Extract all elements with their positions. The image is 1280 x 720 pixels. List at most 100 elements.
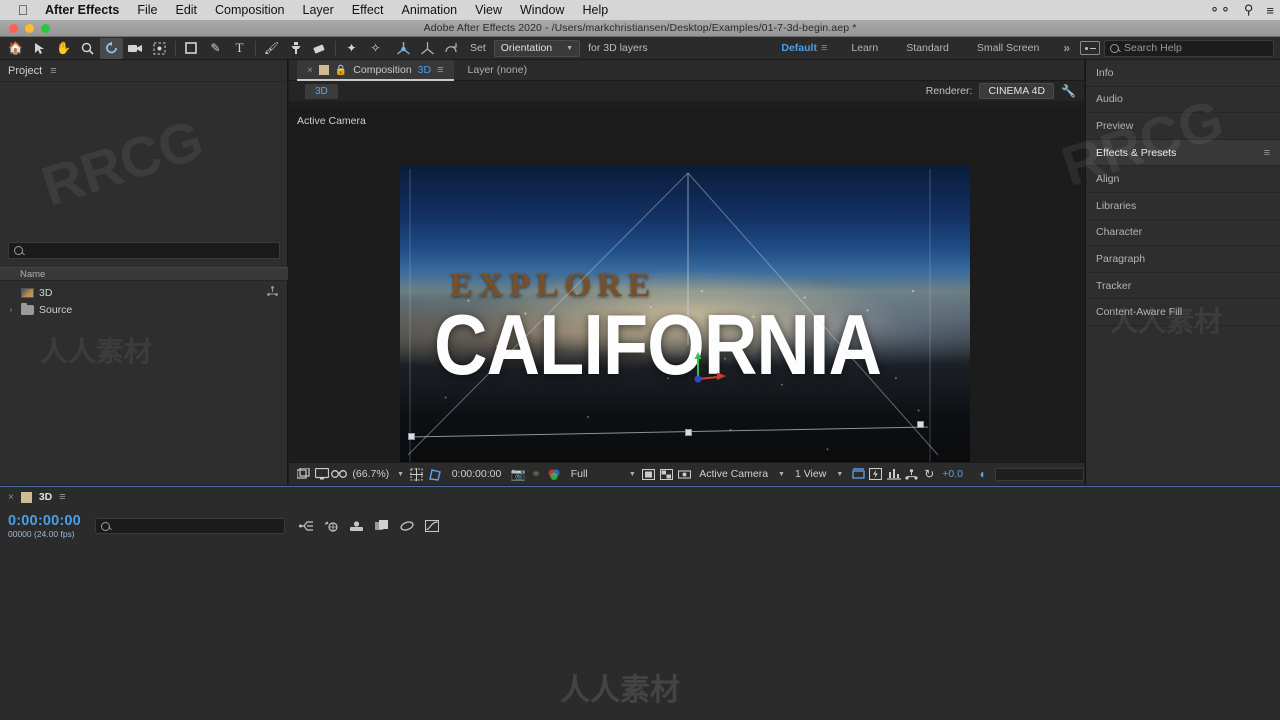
rotation-icon[interactable] <box>100 37 123 59</box>
hand-icon[interactable]: ✋ <box>52 38 75 59</box>
composition-canvas[interactable]: EXPLORE CALIFORNIA <box>400 165 970 462</box>
workspace-standard[interactable]: Standard <box>892 37 963 60</box>
exposure-slider-handle[interactable]: ◖ <box>973 464 991 485</box>
show-snapshot-icon[interactable]: ⚭ <box>527 464 545 485</box>
timeline-search-input[interactable] <box>94 518 285 534</box>
panel-preview[interactable]: Preview <box>1086 113 1280 140</box>
rotation-gizmo-icon[interactable] <box>441 38 462 59</box>
current-time-group[interactable]: 0:00:00:00 00000 (24.00 fps) <box>8 513 81 539</box>
chevron-down-icon[interactable]: ▼ <box>772 471 791 478</box>
timeline-icon[interactable] <box>885 464 903 485</box>
3d-axis-gizmo[interactable] <box>686 351 732 391</box>
current-time-value[interactable]: 0:00:00:00 <box>8 513 81 529</box>
panel-paragraph[interactable]: Paragraph <box>1086 246 1280 273</box>
camera-snapshot-icon[interactable]: 📷 <box>509 464 527 485</box>
double-chevron-right-icon[interactable]: » <box>1053 41 1080 55</box>
panel-menu-icon[interactable]: ≡ <box>59 491 65 503</box>
selection-handle[interactable] <box>917 421 924 428</box>
tab-layer-none[interactable]: Layer (none) <box>454 64 542 76</box>
mask-visibility-icon[interactable] <box>426 464 444 485</box>
workspace-learn[interactable]: Learn <box>837 37 892 60</box>
panel-info[interactable]: Info <box>1086 60 1280 87</box>
reset-exposure-icon[interactable]: ↻ <box>920 464 938 485</box>
transparency-grid-icon[interactable] <box>658 464 676 485</box>
timeline-tab-label[interactable]: 3D <box>39 491 52 503</box>
menu-animation[interactable]: Animation <box>393 0 467 20</box>
resolution-value[interactable]: Full <box>563 468 625 480</box>
panel-audio[interactable]: Audio <box>1086 87 1280 114</box>
close-icon[interactable]: × <box>307 65 313 76</box>
project-search-input[interactable] <box>8 242 280 259</box>
chevron-down-icon[interactable]: ▼ <box>830 471 849 478</box>
panel-character[interactable]: Character <box>1086 220 1280 247</box>
main-viewer-icon[interactable] <box>313 464 331 485</box>
project-item-3d[interactable]: 3D <box>0 284 288 301</box>
composition-mini-flowchart-icon[interactable] <box>297 517 317 535</box>
region-of-interest-icon[interactable] <box>640 464 658 485</box>
pan-behind-icon[interactable] <box>148 38 171 59</box>
eraser-icon[interactable] <box>308 38 331 59</box>
apple-logo-icon[interactable]:  <box>10 3 36 17</box>
motion-blur-icon[interactable] <box>397 517 417 535</box>
fast-preview-icon[interactable] <box>867 464 885 485</box>
tab-composition-3d[interactable]: × 🔒 Composition 3D ≡ <box>297 59 454 81</box>
do-not-disturb-icon[interactable]: ⚬⚬ <box>1209 2 1231 18</box>
text-icon[interactable]: T <box>228 38 251 59</box>
pixel-aspect-icon[interactable] <box>849 464 867 485</box>
chevron-right-icon[interactable]: › <box>6 305 16 314</box>
camera-view-icon[interactable] <box>675 464 693 485</box>
workspace-small-screen[interactable]: Small Screen <box>963 37 1053 60</box>
zoom-level-value[interactable]: (66.7%) <box>348 468 393 480</box>
orientation-dropdown[interactable]: Orientation ▼ <box>493 39 581 57</box>
renderer-value[interactable]: CINEMA 4D <box>979 83 1055 99</box>
home-icon[interactable]: 🏠 <box>4 38 27 59</box>
search-help-input[interactable]: Search Help <box>1104 39 1274 57</box>
views-value[interactable]: 1 View <box>791 468 830 480</box>
hide-shy-layers-icon[interactable] <box>347 517 367 535</box>
menu-composition[interactable]: Composition <box>206 0 293 20</box>
draft-3d-icon[interactable] <box>322 517 342 535</box>
selection-handle[interactable] <box>408 433 415 440</box>
position-gizmo-icon[interactable] <box>393 38 414 59</box>
menu-after-effects[interactable]: After Effects <box>36 0 128 20</box>
exposure-value[interactable]: +0.0 <box>938 468 967 480</box>
menu-layer[interactable]: Layer <box>294 0 343 20</box>
menu-file[interactable]: File <box>128 0 166 20</box>
graph-editor-icon[interactable] <box>422 517 442 535</box>
scale-gizmo-icon[interactable] <box>417 38 438 59</box>
always-preview-icon[interactable] <box>295 464 313 485</box>
workspace-default[interactable]: Default <box>767 37 821 60</box>
comp-flowchart-icon[interactable] <box>903 464 921 485</box>
menu-effect[interactable]: Effect <box>343 0 393 20</box>
menu-help[interactable]: Help <box>573 0 617 20</box>
camera-view-value[interactable]: Active Camera <box>693 468 772 480</box>
zoom-icon[interactable] <box>76 38 99 59</box>
3d-glasses-icon[interactable] <box>331 464 349 485</box>
shuffle-icon[interactable] <box>267 286 278 299</box>
breadcrumb[interactable]: 3D <box>305 83 338 99</box>
camera-icon[interactable] <box>124 38 147 59</box>
viewer-timecode[interactable]: 0:00:00:00 <box>444 468 510 480</box>
shape-icon[interactable] <box>180 38 203 59</box>
panel-tracker[interactable]: Tracker <box>1086 273 1280 300</box>
panel-effects-and-presets[interactable]: Effects & Presets ≡ <box>1086 139 1280 167</box>
brush-icon[interactable]: 🖌 <box>260 38 283 59</box>
clone-stamp-icon[interactable] <box>284 38 307 59</box>
panel-libraries[interactable]: Libraries <box>1086 193 1280 220</box>
panel-menu-icon[interactable]: ≡ <box>437 64 443 76</box>
panel-align[interactable]: Align <box>1086 166 1280 193</box>
control-center-icon[interactable]: ≡ <box>1266 3 1274 18</box>
channels-icon[interactable] <box>545 464 563 485</box>
keyboard-shortcuts-icon[interactable] <box>1080 41 1100 55</box>
close-icon[interactable]: × <box>8 492 14 503</box>
composition-viewport[interactable]: Active Camera EXPLORE CALIFORNIA <box>289 107 1084 462</box>
selection-arrow-icon[interactable] <box>28 38 51 59</box>
panel-menu-icon[interactable]: ≡ <box>1264 147 1270 159</box>
project-item-source[interactable]: › Source <box>0 301 288 318</box>
chevron-down-icon[interactable]: ▼ <box>625 471 640 478</box>
grid-guides-icon[interactable] <box>408 464 426 485</box>
panel-content-aware-fill[interactable]: Content-Aware Fill <box>1086 299 1280 326</box>
workspace-menu-icon[interactable]: ≡ <box>821 42 837 54</box>
lock-icon[interactable]: 🔒 <box>335 65 347 76</box>
chevron-down-icon[interactable]: ▼ <box>393 471 408 478</box>
